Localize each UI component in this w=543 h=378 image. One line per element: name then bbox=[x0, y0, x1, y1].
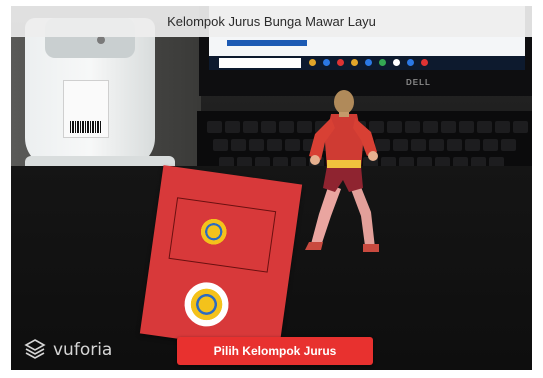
select-jurus-group-button[interactable]: Pilih Kelompok Jurus bbox=[177, 337, 373, 365]
character-sash bbox=[327, 160, 361, 168]
character-right-leg bbox=[349, 182, 375, 248]
barcode bbox=[70, 121, 102, 133]
ar-3d-character bbox=[305, 90, 379, 252]
vuforia-logo-icon bbox=[24, 339, 46, 359]
taskbar-icons bbox=[309, 59, 428, 66]
taskbar-search-box bbox=[219, 58, 301, 68]
ar-marker-card bbox=[139, 165, 303, 353]
laptop-taskbar bbox=[209, 56, 525, 70]
app-title-bar: Kelompok Jurus Bunga Mawar Layu bbox=[11, 6, 532, 37]
white-appliance bbox=[25, 18, 175, 184]
card-seal-icon bbox=[181, 279, 232, 330]
appliance-label-sticker bbox=[63, 80, 109, 138]
character-shorts bbox=[323, 166, 363, 192]
ar-camera-view: DELL Kelompok Jurus Bunga Mawar Layu vuf… bbox=[11, 6, 532, 370]
page-title: Kelompok Jurus Bunga Mawar Layu bbox=[167, 14, 376, 29]
character-right-foot bbox=[363, 244, 379, 252]
vuforia-watermark: vuforia bbox=[23, 338, 112, 362]
screen-content bbox=[227, 40, 307, 46]
character-right-hand bbox=[368, 151, 378, 161]
laptop-brand-logo: DELL bbox=[406, 78, 431, 87]
character-left-leg bbox=[311, 184, 341, 246]
character-left-foot bbox=[305, 242, 323, 250]
vuforia-brand-text: vuforia bbox=[53, 340, 113, 360]
appliance-knob bbox=[97, 36, 105, 44]
character-head bbox=[334, 90, 354, 114]
character-neck bbox=[339, 112, 349, 117]
character-left-hand bbox=[310, 155, 320, 165]
